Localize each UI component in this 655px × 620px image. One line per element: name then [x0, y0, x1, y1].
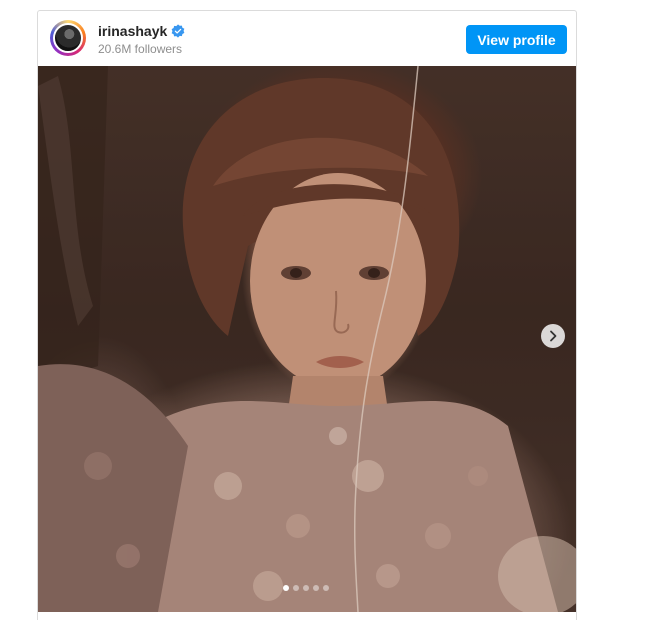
carousel-dot — [283, 585, 289, 591]
chevron-right-icon — [550, 330, 557, 342]
avatar[interactable] — [50, 20, 86, 56]
carousel-dot — [293, 585, 299, 591]
instagram-embed: irinashayk 20.6M followers View profile — [37, 10, 577, 620]
avatar-image — [53, 23, 83, 53]
username-link[interactable]: irinashayk — [98, 23, 167, 39]
verified-badge-icon — [171, 24, 185, 38]
carousel-dot — [323, 585, 329, 591]
carousel-dot — [303, 585, 309, 591]
post-header: irinashayk 20.6M followers View profile — [38, 11, 576, 66]
follower-count: 20.6M followers — [98, 42, 183, 56]
carousel-next-button[interactable] — [541, 324, 565, 348]
username-row: irinashayk — [98, 23, 185, 39]
carousel-indicator — [283, 585, 329, 591]
view-profile-button[interactable]: View profile — [466, 25, 567, 54]
post-photo[interactable] — [38, 66, 576, 612]
carousel-dot — [313, 585, 319, 591]
photo-content — [38, 66, 576, 612]
